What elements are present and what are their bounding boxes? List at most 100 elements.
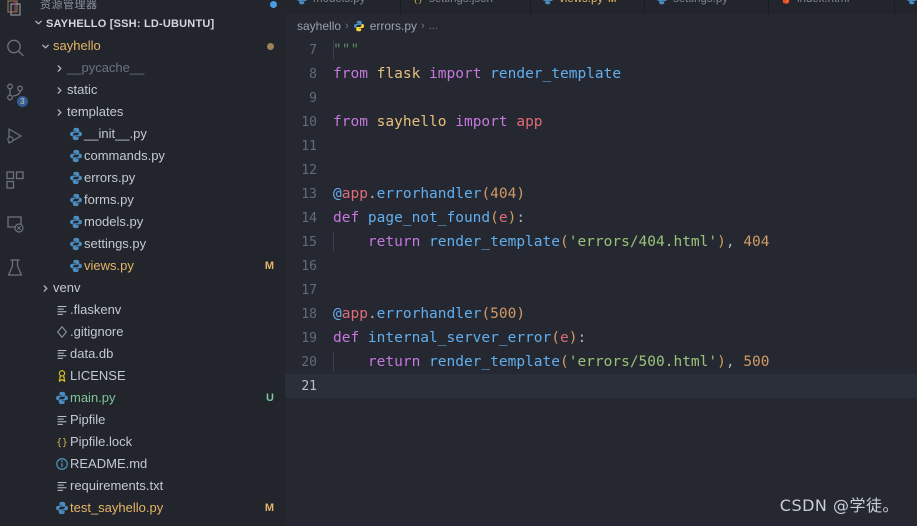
code-line[interactable]: 17 [285,278,917,302]
tree-item-sayhello[interactable]: sayhello [30,35,285,57]
code-token: 'errors/500.html' [568,354,718,370]
tree-item-templates[interactable]: templates [30,101,285,123]
code-token: @ [333,306,342,322]
code-line[interactable]: 12 [285,158,917,182]
editor-tab-settings-py[interactable]: settings.py [645,0,769,14]
editor-tab-settings-json[interactable]: {} settings.json [401,0,531,14]
tree-item-gitignore[interactable]: .gitignore [30,321,285,343]
activity-bar: 3 [0,0,30,526]
code-line[interactable]: 14 def page_not_found(e): [285,206,917,230]
tree-item-static[interactable]: static [30,79,285,101]
code-token: return [367,354,430,370]
extensions-icon [5,170,25,190]
code-token: app [341,186,368,202]
code-token: 404 [490,186,517,202]
code-token: , [725,234,744,250]
tree-item-label: requirements.txt [70,478,164,493]
activity-item-testing[interactable] [0,246,30,290]
code-editor[interactable]: 7 """ 8 from flask import render_template 9 1… [285,38,917,526]
workspace-section-header[interactable]: SAYHELLO [SSH: LD-UBUNTU] [30,13,285,35]
tree-item-pycache[interactable]: __pycache__ [30,57,285,79]
tree-item-data-db[interactable]: data.db [30,343,285,365]
tree-item-commands-py[interactable]: commands.py [30,145,285,167]
editor-tab-label: views.py [559,0,603,5]
tree-item-views-py[interactable]: views.py M [30,255,285,277]
tree-item-readme-md[interactable]: README.md [30,453,285,475]
editor-area: models.py {} settings.json views.py M set… [285,0,917,526]
code-token: import [455,114,517,130]
tree-item-label: venv [53,280,81,295]
activity-item-search[interactable] [0,26,30,70]
code-line[interactable]: 7 """ [285,38,917,62]
tree-item-label: data.db [70,346,114,361]
tree-item-requirements-txt[interactable]: requirements.txt [30,475,285,497]
line-number: 19 [301,330,317,346]
python-icon [656,0,668,5]
testing-flask-icon [5,258,25,278]
activity-item-explorer[interactable] [0,0,30,26]
code-token: , [725,354,744,370]
editor-tab-models-py[interactable]: models.py [285,0,401,14]
breadcrumb-ellipsis[interactable]: ... [429,20,438,32]
code-line[interactable]: 8 from flask import render_template [285,62,917,86]
code-line[interactable]: 16 [285,254,917,278]
activity-item-run-debug[interactable] [0,114,30,158]
breadcrumb-separator-icon: › [345,20,349,32]
code-line[interactable]: 15 return render_template('errors/404.ht… [285,230,917,254]
breadcrumb-file[interactable]: errors.py [370,19,417,33]
json-icon: {} [412,0,424,5]
code-line[interactable]: 11 [285,134,917,158]
editor-tab-bar: models.py {} settings.json views.py M set… [285,0,917,14]
code-line[interactable]: 10 from sayhello import app [285,110,917,134]
code-line[interactable]: 13 @app.errorhandler(404) [285,182,917,206]
code-token: : [577,330,587,346]
tree-item-settings-py[interactable]: settings.py [30,233,285,255]
code-token: ( [481,306,491,322]
run-and-debug-icon [5,126,25,146]
code-line[interactable]: 18 @app.errorhandler(500) [285,302,917,326]
breadcrumb: sayhello › errors.py › ... [285,14,917,38]
tree-item-label: __init__.py [84,126,147,141]
code-text: def page_not_found(e): [333,206,525,230]
tree-item-models-py[interactable]: models.py [30,211,285,233]
breadcrumb-folder[interactable]: sayhello [297,19,341,33]
editor-tab-label: settings.py [673,0,728,5]
code-text: """ [333,38,359,62]
tree-item-test-sayhello-py[interactable]: test_sayhello.py M [30,497,285,519]
tree-item-label: README.md [70,456,148,471]
tree-item-flaskenv[interactable]: .flaskenv [30,299,285,321]
tree-item-main-py[interactable]: main.py U [30,387,285,409]
tree-item-errors-py[interactable]: errors.py [30,167,285,189]
editor-tab-label: index.html [797,0,849,5]
tree-item-pipfile-lock[interactable]: {} Pipfile.lock [30,431,285,453]
code-token: errorhandler [376,186,482,202]
code-line[interactable]: 19 def internal_server_error(e): [285,326,917,350]
code-line[interactable]: 20 return render_template('errors/500.ht… [285,350,917,374]
code-line[interactable]: 21 [285,374,917,398]
activity-item-source-control[interactable]: 3 [0,70,30,114]
watermark-text: CSDN @学徒。 [779,496,899,515]
code-token: : [516,210,526,226]
editor-tab-index-html[interactable]: index.html [769,0,895,14]
activity-item-remote-explorer[interactable] [0,202,30,246]
code-token: page_not_found [367,210,491,226]
editor-tab-overflow[interactable] [895,0,917,14]
line-number: 7 [309,42,317,58]
editor-tab-views-py[interactable]: views.py M [531,0,645,14]
line-number: 20 [301,354,317,370]
code-line[interactable]: 9 [285,86,917,110]
code-token: import [429,66,491,82]
python-icon [67,149,84,163]
code-token: app [341,306,368,322]
tree-item-license[interactable]: LICENSE [30,365,285,387]
activity-item-extensions[interactable] [0,158,30,202]
tree-item-init-py[interactable]: __init__.py [30,123,285,145]
code-token: def [333,330,368,346]
tree-item-label: .flaskenv [70,302,122,317]
code-token: e [559,330,569,346]
tree-item-pipfile[interactable]: Pipfile [30,409,285,431]
tree-item-forms-py[interactable]: forms.py [30,189,285,211]
json-icon: {} [53,435,70,449]
python-icon [67,193,84,207]
tree-item-venv[interactable]: venv [30,277,285,299]
